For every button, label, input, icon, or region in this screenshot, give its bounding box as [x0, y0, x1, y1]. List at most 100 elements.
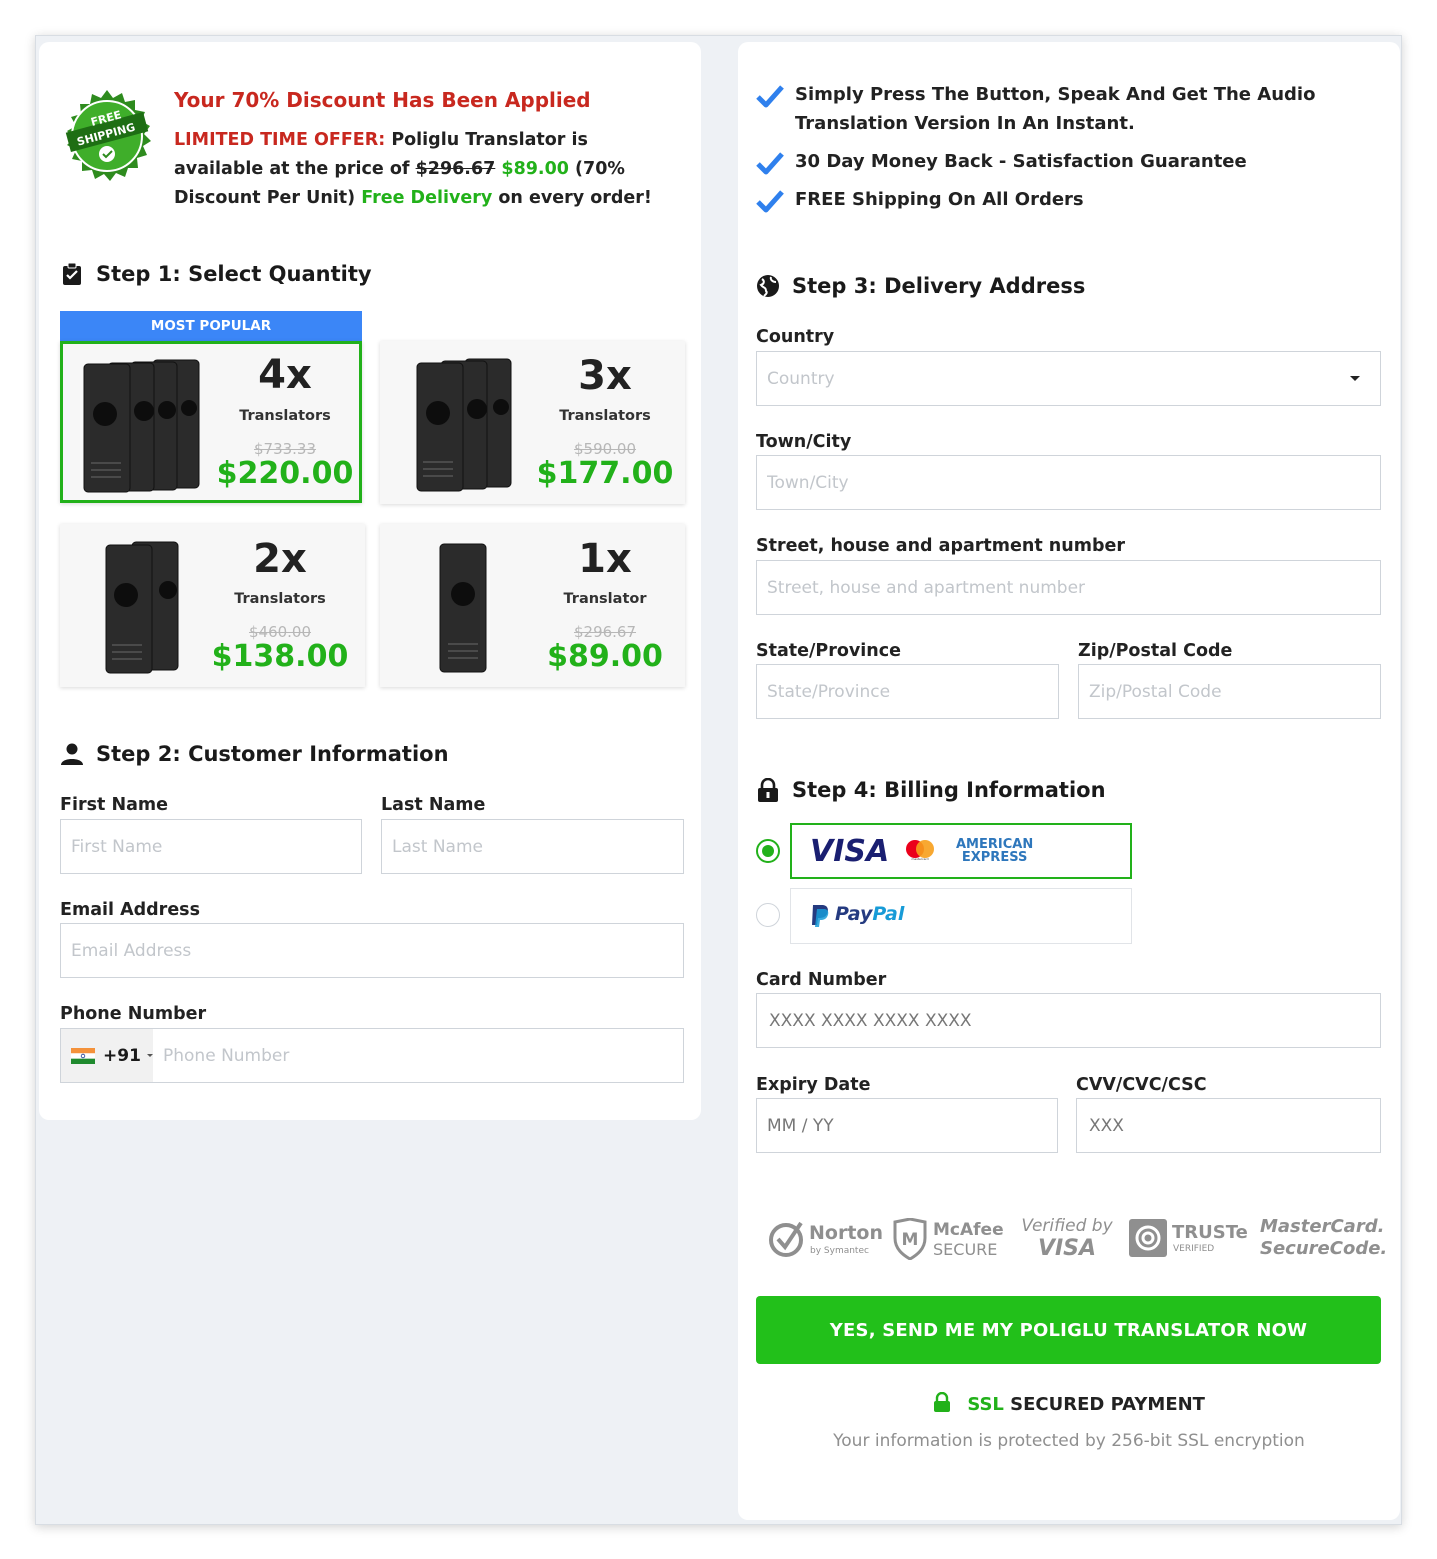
- paypal-payment-radio[interactable]: [756, 903, 780, 927]
- street-label: Street, house and apartment number: [756, 536, 1125, 556]
- translator-1-image: [439, 543, 487, 673]
- cvv-label: CVV/CVC/CSC: [1076, 1075, 1207, 1095]
- offer-label: LIMITED TIME OFFER:: [174, 130, 386, 150]
- ssl-lock-icon: [934, 1391, 951, 1412]
- free-delivery-text: Free Delivery: [361, 188, 493, 208]
- phone-label: Phone Number: [60, 1004, 207, 1024]
- product-card-2x[interactable]: 2x Translators $460.00 $138.00: [60, 524, 365, 687]
- product-unit: Translators: [559, 408, 651, 424]
- mastercard-logo-icon: mastercard: [904, 839, 936, 861]
- step4-title: Step 4: Billing Information: [756, 777, 1106, 802]
- offer-text-3: on every order!: [492, 188, 652, 208]
- lock-icon: [756, 777, 780, 802]
- translator-2-image: [105, 541, 179, 674]
- mc-securecode-line2: SecureCode.: [1260, 1238, 1388, 1259]
- card-payment-option[interactable]: VISA mastercard AMERICAN EXPRESS: [790, 823, 1132, 879]
- visa-logo: VISA: [810, 834, 890, 869]
- zip-input[interactable]: [1078, 664, 1381, 719]
- product-price: $177.00: [536, 456, 674, 491]
- country-select[interactable]: Country: [756, 351, 1381, 406]
- offer-new-price: $89.00: [501, 159, 569, 179]
- step2-title: Step 2: Customer Information: [60, 742, 449, 766]
- zip-label: Zip/Postal Code: [1078, 641, 1233, 661]
- product-unit: Translators: [234, 591, 326, 607]
- state-input[interactable]: [756, 664, 1059, 719]
- paypal-logo-text: PayPal: [835, 903, 904, 925]
- card-number-label: Card Number: [756, 970, 887, 990]
- step2-title-text: Step 2: Customer Information: [96, 742, 449, 766]
- first-name-input[interactable]: [60, 819, 362, 874]
- ssl-text: SSL: [967, 1394, 1004, 1415]
- benefit-text: FREE Shipping On All Orders: [795, 189, 1084, 210]
- benefit-text: Simply Press The Button, Speak And Get T…: [795, 84, 1316, 134]
- mcafee-sub: SECURE: [933, 1240, 998, 1259]
- paypal-icon: [809, 903, 831, 929]
- product-unit: Translator: [563, 591, 647, 607]
- mcafee-text: McAfee: [933, 1220, 1004, 1240]
- translator-3-image: [416, 358, 512, 492]
- expiry-input[interactable]: [756, 1098, 1058, 1153]
- truste-icon: [1129, 1219, 1167, 1257]
- country-label: Country: [756, 327, 835, 347]
- most-popular-label: MOST POPULAR: [60, 311, 362, 342]
- mcafee-badge: M McAfee SECURE: [892, 1216, 1004, 1262]
- paypal-pal: Pal: [872, 903, 905, 925]
- ssl-note: Your information is protected by 256-bit…: [833, 1431, 1305, 1451]
- product-qty: 3x: [578, 353, 632, 399]
- secured-payment-text: SECURED PAYMENT: [1003, 1394, 1205, 1415]
- card-number-input[interactable]: [756, 993, 1381, 1048]
- mcafee-shield-icon: M: [893, 1218, 927, 1260]
- offer-old-price: $296.67: [415, 159, 496, 179]
- benefit-item: Simply Press The Button, Speak And Get T…: [756, 80, 1356, 138]
- expiry-label: Expiry Date: [756, 1075, 871, 1095]
- checkmark-icon: [756, 190, 784, 213]
- product-qty: 4x: [258, 352, 312, 398]
- state-label: State/Province: [756, 641, 901, 661]
- checkout-frame: FREE SHIPPING Your 70% Discount Has Been…: [35, 35, 1402, 1525]
- country-select-placeholder: Country: [767, 368, 835, 389]
- clipboard-check-icon: [60, 262, 84, 286]
- checkmark-icon: [756, 85, 784, 108]
- country-code: +91: [103, 1045, 141, 1066]
- paypal-payment-option[interactable]: PayPal: [790, 888, 1132, 944]
- right-panel: Simply Press The Button, Speak And Get T…: [738, 42, 1400, 1520]
- cvv-input[interactable]: [1076, 1098, 1381, 1153]
- free-shipping-badge-icon: FREE SHIPPING: [59, 88, 155, 184]
- step1-title: Step 1: Select Quantity: [60, 262, 372, 286]
- product-qty: 2x: [253, 536, 307, 582]
- translator-4-image: [83, 359, 200, 493]
- last-name-label: Last Name: [381, 795, 486, 815]
- norton-sub: by Symantec: [810, 1246, 869, 1256]
- ssl-secured: SSL SECURED PAYMENT: [738, 1391, 1400, 1415]
- city-label: Town/City: [756, 432, 852, 452]
- product-card-3x[interactable]: 3x Translators $590.00 $177.00: [380, 341, 685, 504]
- benefit-item: FREE Shipping On All Orders: [756, 185, 1356, 214]
- country-code-dropdown[interactable]: +91: [61, 1029, 153, 1082]
- checkmark-icon: [756, 152, 784, 175]
- left-panel: FREE SHIPPING Your 70% Discount Has Been…: [39, 42, 701, 1120]
- product-price: $220.00: [216, 456, 354, 491]
- street-input[interactable]: [756, 560, 1381, 615]
- mc-securecode-line1: MasterCard.: [1260, 1216, 1385, 1237]
- product-qty: 1x: [578, 536, 632, 582]
- phone-input[interactable]: [153, 1029, 683, 1082]
- benefit-item: 30 Day Money Back - Satisfaction Guarant…: [756, 147, 1356, 176]
- caret-down-icon: [146, 1054, 153, 1057]
- svg-text:M: M: [902, 1230, 919, 1250]
- verified-by-text: Verified by: [1021, 1216, 1113, 1236]
- product-card-4x[interactable]: 4x Translators $733.33 $220.00: [60, 341, 362, 503]
- india-flag-icon: [71, 1047, 95, 1064]
- product-card-1x[interactable]: 1x Translator $296.67 $89.00: [380, 524, 685, 687]
- card-payment-radio[interactable]: [756, 839, 780, 863]
- last-name-input[interactable]: [381, 819, 684, 874]
- chevron-down-icon: [1350, 376, 1360, 381]
- mastercard-small-text: mastercard: [911, 857, 928, 861]
- verified-by-visa-badge: Verified by VISA: [1020, 1216, 1114, 1266]
- benefit-text: 30 Day Money Back - Satisfaction Guarant…: [795, 151, 1247, 172]
- city-input[interactable]: [756, 455, 1381, 510]
- product-price: $89.00: [547, 639, 663, 674]
- submit-order-button[interactable]: YES, SEND ME MY POLIGLU TRANSLATOR NOW: [756, 1296, 1381, 1364]
- user-icon: [60, 742, 84, 766]
- product-unit: Translators: [239, 408, 331, 424]
- email-input[interactable]: [60, 923, 684, 978]
